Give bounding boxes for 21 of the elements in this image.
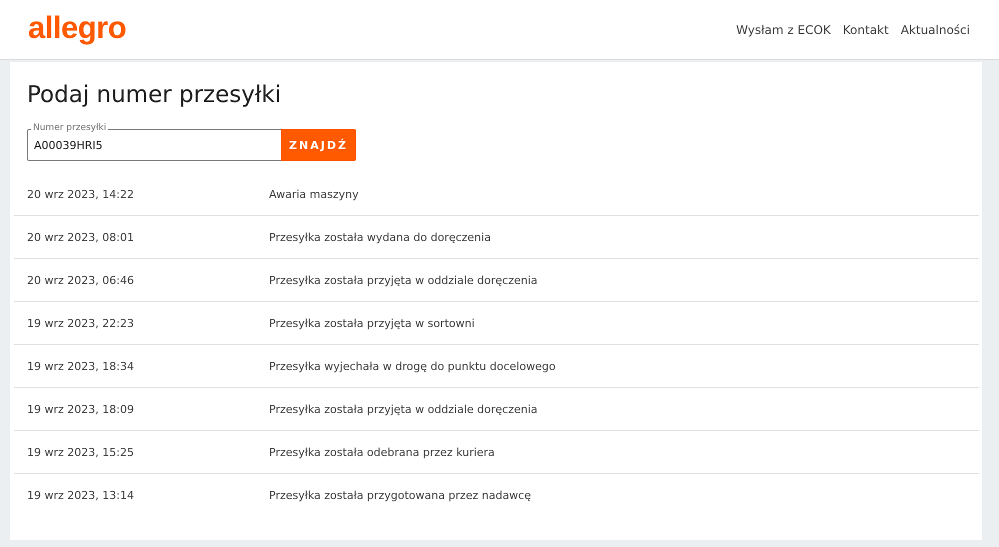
- event-status: Przesyłka wyjechała w drogę do punktu docelowego: [269, 360, 556, 372]
- event-time: 20 wrz 2023, 14:22: [26, 188, 135, 200]
- nav-link[interactable]: Wysłam z ECOK: [736, 22, 831, 36]
- event-status: Przesyłka została przyjęta w oddziale doręczenia: [269, 402, 538, 416]
- page-title: Podaj numer przesyłki: [27, 82, 282, 108]
- event-time: 19 wrz 2023, 18:09: [26, 402, 135, 416]
- event-status: Przesyłka została przyjęta w oddziale doręczenia: [269, 274, 538, 286]
- event-status: Awaria maszyny: [269, 188, 359, 200]
- event-status: Przesyłka została odebrana przez kuriera: [269, 446, 495, 458]
- event-time: 19 wrz 2023, 13:14: [26, 489, 135, 502]
- event-time: 19 wrz 2023, 22:23: [26, 316, 135, 330]
- event-status: Przesyłka została wydana do doręczenia: [269, 230, 491, 244]
- event-time: 19 wrz 2023, 15:25: [26, 446, 135, 458]
- event-time: 19 wrz 2023, 18:34: [26, 360, 135, 372]
- event-time: 20 wrz 2023, 06:46: [26, 274, 135, 286]
- event-status: Przesyłka została przyjęta w sortowni: [269, 316, 475, 330]
- field-label: Numer przesyłki: [31, 122, 108, 134]
- event-status: Przesyłka została przygotowana przez nadawcę: [269, 489, 531, 502]
- event-time: 20 wrz 2023, 08:01: [26, 230, 135, 244]
- nav-link[interactable]: Aktualności: [900, 22, 970, 36]
- nav-link[interactable]: Kontakt: [842, 22, 889, 36]
